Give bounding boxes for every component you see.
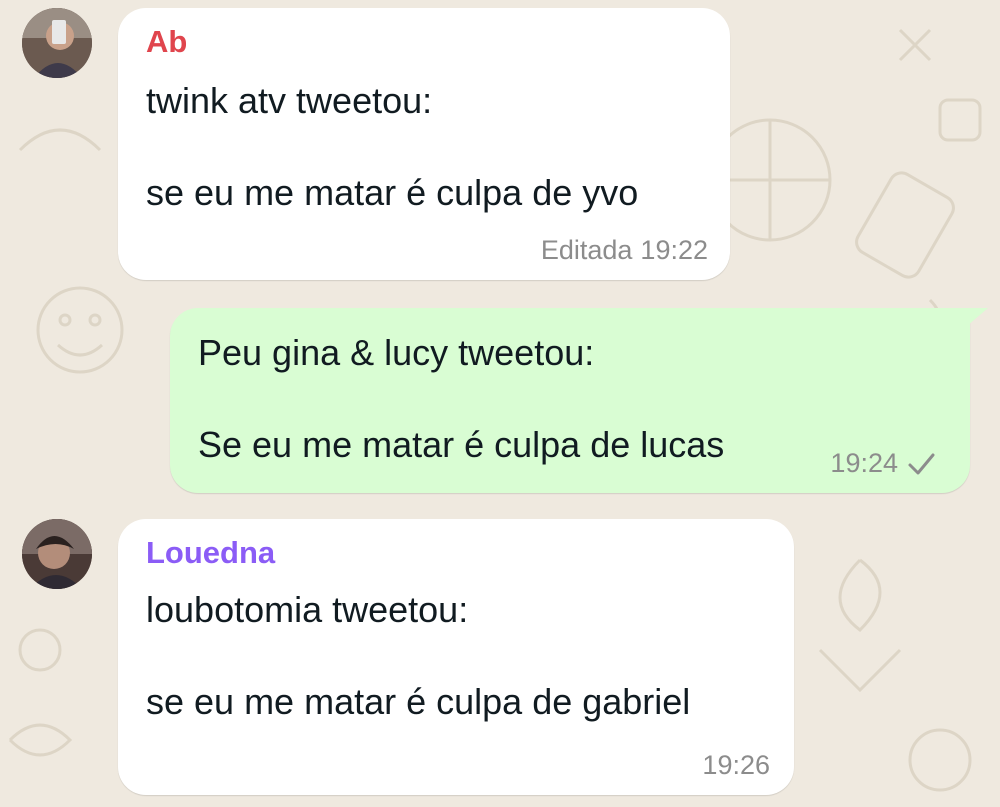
message-text: twink atv tweetou: se eu me matar é culp… (146, 80, 639, 214)
edited-label: Editada (540, 235, 633, 265)
single-check-icon (908, 453, 935, 474)
message-text: loubotomia tweetou: se eu me matar é cul… (146, 589, 691, 723)
avatar-ab[interactable] (22, 8, 92, 78)
profile-photo-avatar (22, 8, 92, 78)
message-meta: 19:24 (830, 448, 936, 479)
sender-name[interactable]: Ab (146, 24, 187, 60)
bubble-tail-outgoing (960, 308, 988, 332)
avatar-louedna[interactable] (22, 519, 92, 589)
profile-photo-avatar (22, 519, 92, 589)
message-time: 19:26 (702, 750, 770, 780)
message-text: Peu gina & lucy tweetou: Se eu me matar … (198, 332, 725, 466)
message-time: 19:24 (830, 448, 898, 478)
message-bubble-incoming[interactable]: Ab twink atv tweetou: se eu me matar é c… (118, 8, 730, 280)
message-meta: Editada 19:22 (541, 235, 708, 266)
sender-name[interactable]: Louedna (146, 535, 275, 571)
message-meta: 19:26 (702, 750, 770, 781)
message-bubble-outgoing[interactable]: Peu gina & lucy tweetou: Se eu me matar … (170, 308, 970, 493)
message-bubble-incoming[interactable]: Louedna loubotomia tweetou: se eu me mat… (118, 519, 794, 795)
message-time: 19:22 (640, 235, 708, 265)
